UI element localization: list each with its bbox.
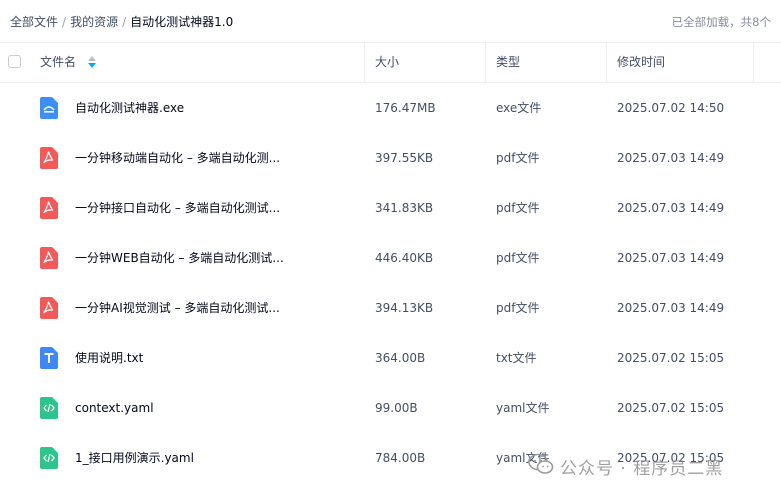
file-size: 784.00B (375, 451, 426, 465)
file-row[interactable]: 一分钟AI视觉测试 – 多端自动化测试... 394.13KB pdf文件 2025.… (0, 283, 781, 333)
column-header-modified[interactable]: 修改时间 (617, 42, 754, 82)
file-name[interactable]: 一分钟移动端自动化 – 多端自动化测... (75, 133, 355, 183)
file-size: 341.83KB (375, 201, 434, 215)
pdf-file-icon (40, 247, 58, 269)
breadcrumb: 全部文件 / 我的资源 / 自动化测试神器1.0 (10, 13, 233, 30)
file-type: pdf文件 (496, 201, 540, 215)
load-status: 已全部加载，共8个 (671, 15, 771, 29)
exe-file-icon (40, 97, 58, 119)
file-size: 364.00B (375, 351, 426, 365)
yaml-file-icon (40, 397, 58, 419)
file-name[interactable]: 使用说明.txt (75, 333, 355, 383)
breadcrumb-separator: / (62, 15, 67, 29)
pdf-file-icon (40, 147, 58, 169)
column-header-name-label: 文件名 (40, 55, 77, 69)
file-row[interactable]: 一分钟移动端自动化 – 多端自动化测... 397.55KB pdf文件 2025.0… (0, 133, 781, 183)
table-header: 文件名 大小 类型 修改时间 (0, 42, 781, 83)
file-size: 394.13KB (375, 301, 434, 315)
file-modified: 2025.07.02 15:05 (617, 451, 725, 465)
file-name[interactable]: 自动化测试神器.exe (75, 83, 355, 133)
file-name[interactable]: 一分钟接口自动化 – 多端自动化测试... (75, 183, 355, 233)
file-name[interactable]: 1_接口用例演示.yaml (75, 433, 355, 483)
file-row[interactable]: 1_接口用例演示.yaml 784.00B yaml文件 2025.07.02 15:… (0, 433, 781, 483)
file-type: exe文件 (496, 101, 542, 115)
pdf-file-icon (40, 297, 58, 319)
file-row[interactable]: 一分钟WEB自动化 – 多端自动化测试... 446.40KB pdf文件 2025.… (0, 233, 781, 283)
file-row[interactable]: context.yaml 99.00B yaml文件 2025.07.02 15:05 (0, 383, 781, 433)
file-modified: 2025.07.03 14:49 (617, 251, 725, 265)
file-list: 自动化测试神器.exe 176.47MB exe文件 2025.07.02 14:50… (0, 83, 781, 483)
breadcrumb-separator: / (122, 15, 127, 29)
breadcrumb-current: 自动化测试神器1.0 (130, 15, 234, 29)
file-size: 99.00B (375, 401, 418, 415)
file-name[interactable]: 一分钟WEB自动化 – 多端自动化测试... (75, 233, 355, 283)
file-type: yaml文件 (496, 401, 550, 415)
pdf-file-icon (40, 197, 58, 219)
file-row[interactable]: 一分钟接口自动化 – 多端自动化测试... 341.83KB pdf文件 2025.0… (0, 183, 781, 233)
column-header-size[interactable]: 大小 (375, 42, 486, 82)
file-name[interactable]: 一分钟AI视觉测试 – 多端自动化测试... (75, 283, 355, 333)
select-all-checkbox[interactable] (8, 55, 21, 68)
file-modified: 2025.07.03 14:49 (617, 201, 725, 215)
file-row[interactable]: 使用说明.txt 364.00B txt文件 2025.07.02 15:05 (0, 333, 781, 383)
column-header-name[interactable]: 文件名 (40, 42, 365, 82)
breadcrumb-parent[interactable]: 我的资源 (70, 15, 118, 29)
file-row[interactable]: 自动化测试神器.exe 176.47MB exe文件 2025.07.02 14:50 (0, 83, 781, 133)
file-size: 397.55KB (375, 151, 434, 165)
file-type: pdf文件 (496, 301, 540, 315)
file-size: 446.40KB (375, 251, 434, 265)
file-modified: 2025.07.02 14:50 (617, 101, 725, 115)
file-modified: 2025.07.03 14:49 (617, 301, 725, 315)
file-type: txt文件 (496, 351, 537, 365)
yaml-file-icon (40, 447, 58, 469)
file-modified: 2025.07.03 14:49 (617, 151, 725, 165)
file-type: yaml文件 (496, 451, 550, 465)
file-modified: 2025.07.02 15:05 (617, 351, 725, 365)
sort-icon[interactable] (87, 55, 96, 68)
file-type: pdf文件 (496, 151, 540, 165)
file-type: pdf文件 (496, 251, 540, 265)
top-bar: 全部文件 / 我的资源 / 自动化测试神器1.0 已全部加载，共8个 (0, 0, 781, 43)
file-size: 176.47MB (375, 101, 436, 115)
file-modified: 2025.07.02 15:05 (617, 401, 725, 415)
txt-file-icon (40, 347, 58, 369)
column-header-type[interactable]: 类型 (496, 42, 607, 82)
file-name[interactable]: context.yaml (75, 383, 355, 433)
breadcrumb-root[interactable]: 全部文件 (10, 15, 58, 29)
file-browser: 全部文件 / 我的资源 / 自动化测试神器1.0 已全部加载，共8个 文件名 大小 类型… (0, 0, 781, 494)
